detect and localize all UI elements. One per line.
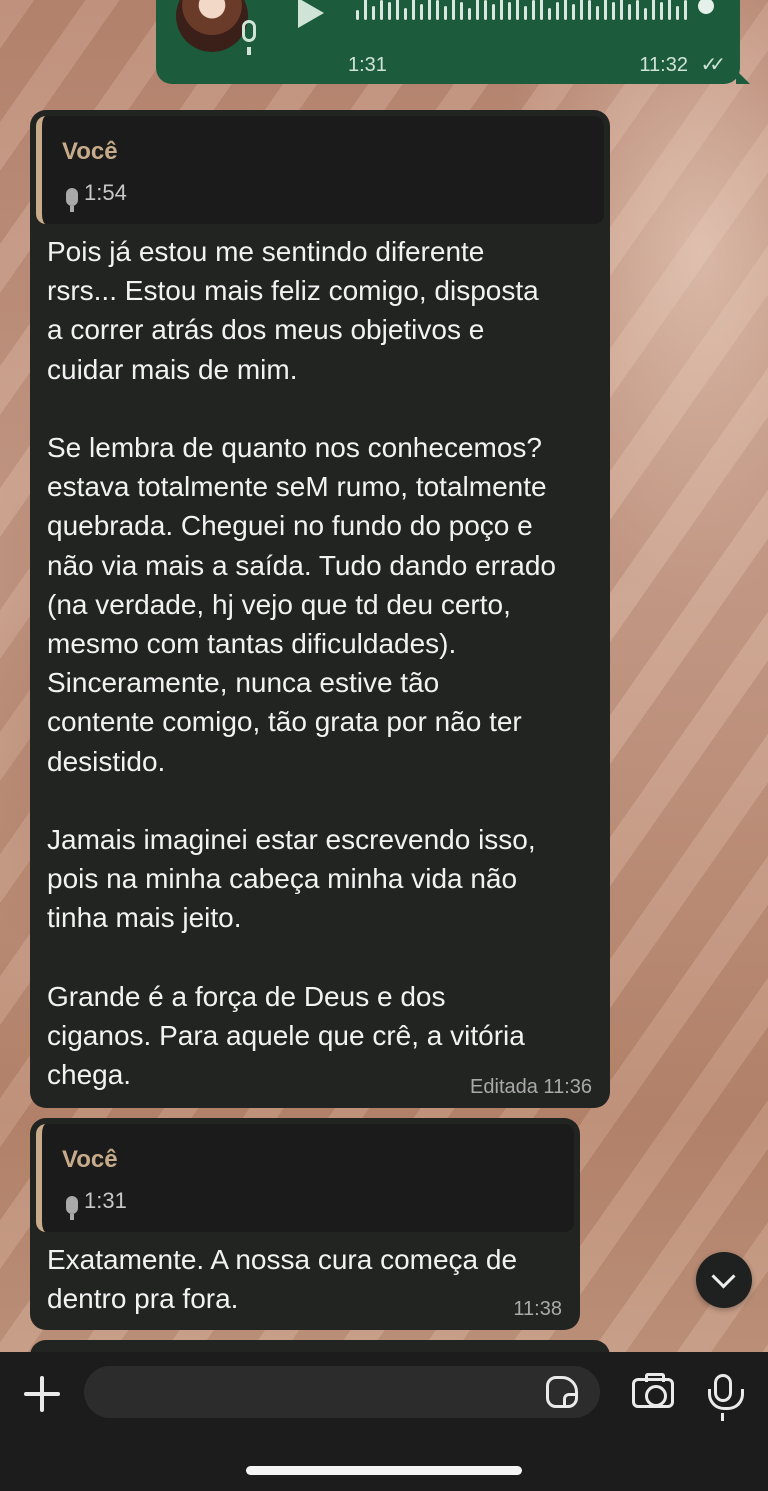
quote-author: Você — [62, 1146, 118, 1173]
sent-voice-message[interactable]: 1:31 11:32 ✓✓ — [156, 0, 750, 84]
message-meta: Editada 11:36 — [470, 1076, 592, 1098]
sticker-icon[interactable] — [546, 1376, 578, 1408]
quote-duration: 1:31 — [84, 1188, 127, 1213]
waveform-bar — [548, 8, 551, 20]
voice-mic-icon — [242, 20, 256, 55]
waveform-bar — [396, 0, 399, 20]
message-input[interactable] — [84, 1366, 600, 1418]
play-icon[interactable] — [298, 0, 324, 28]
waveform-bar — [372, 6, 375, 20]
message-bubble[interactable]: Você 1:54 Pois já estou me sentindo dife… — [30, 110, 610, 1108]
waveform-bar — [636, 0, 639, 20]
bubble-tail — [736, 70, 750, 84]
waveform-bar — [404, 8, 407, 20]
waveform-bar — [540, 0, 543, 20]
waveform-bar — [580, 0, 583, 20]
quote-author: Você — [62, 138, 118, 165]
waveform-bar — [660, 2, 663, 20]
mic-icon[interactable] — [708, 1374, 744, 1421]
waveform-bar — [460, 2, 463, 20]
waveform-bar — [420, 4, 423, 20]
waveform-bar — [572, 4, 575, 20]
quoted-voice-reply[interactable]: Você 1:54 — [36, 116, 604, 224]
waveform-bar — [684, 0, 687, 20]
waveform-bar — [556, 2, 559, 20]
waveform-bar — [436, 0, 439, 20]
quoted-voice-reply[interactable]: Você 1:31 — [36, 1124, 574, 1232]
waveform-bar — [644, 8, 647, 20]
waveform-bar — [468, 8, 471, 20]
quote-duration: 1:54 — [84, 180, 127, 205]
waveform-bar — [412, 0, 415, 20]
waveform-bar — [428, 0, 431, 20]
scroll-to-bottom-button[interactable] — [696, 1252, 752, 1308]
message-text: Pois já estou me sentindo diferente rsrs… — [47, 236, 557, 1091]
waveform-bar — [388, 2, 391, 20]
mic-icon — [66, 1196, 78, 1220]
camera-icon[interactable] — [632, 1373, 674, 1408]
mic-icon — [66, 188, 78, 212]
waveform-bar — [524, 6, 527, 20]
waveform-bar — [500, 0, 503, 20]
waveform-bar — [484, 0, 487, 20]
waveform-bar — [604, 0, 607, 20]
sender-avatar — [176, 0, 248, 52]
read-receipt-icon: ✓✓ — [700, 54, 725, 76]
message-bubble[interactable]: Você 1:31 Exatamente. A nossa cura começ… — [30, 1118, 580, 1330]
waveform-bar — [492, 4, 495, 20]
waveform-bar — [620, 0, 623, 20]
home-indicator — [246, 1466, 522, 1475]
waveform-bar — [596, 6, 599, 20]
waveform-bar — [476, 0, 479, 20]
voice-waveform[interactable] — [356, 0, 716, 28]
waveform-bar — [652, 0, 655, 20]
waveform-bar — [628, 4, 631, 20]
waveform-bar — [668, 0, 671, 20]
waveform-bar — [356, 10, 359, 20]
waveform-bar — [452, 0, 455, 20]
waveform-bar — [380, 0, 383, 20]
waveform-bar — [508, 2, 511, 20]
plus-icon[interactable] — [24, 1376, 60, 1412]
voice-duration: 1:31 — [348, 54, 387, 76]
waveform-bar — [588, 0, 591, 20]
message-meta: 11:38 — [513, 1298, 562, 1320]
waveform-bar — [532, 0, 535, 20]
message-time: 11:32 — [639, 54, 688, 76]
waveform-bar — [364, 0, 367, 20]
waveform-bar — [516, 0, 519, 20]
waveform-bar — [676, 6, 679, 20]
waveform-bar — [612, 2, 615, 20]
waveform-bar — [564, 0, 567, 20]
waveform-bar — [444, 6, 447, 20]
message-text: Exatamente. A nossa cura começa de dentr… — [47, 1244, 518, 1315]
